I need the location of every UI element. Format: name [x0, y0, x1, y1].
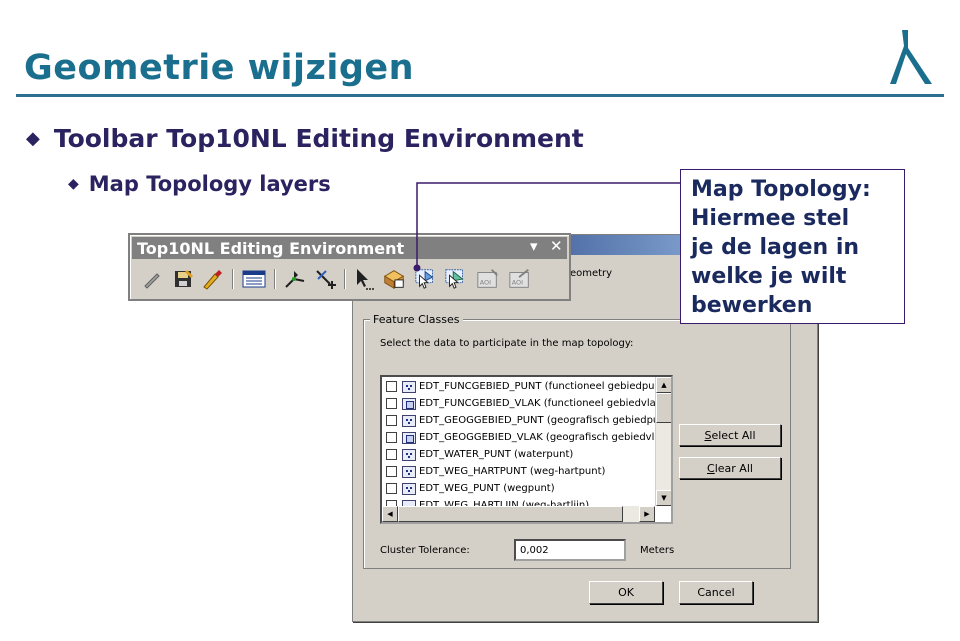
toolbar-separator — [232, 269, 234, 289]
select-features-icon[interactable] — [414, 267, 438, 291]
clear-all-button[interactable]: Clear All — [679, 457, 781, 479]
callout-line: je de lagen in — [691, 235, 860, 260]
top10nl-editing-toolbar: Top10NL Editing Environment ▾ ✕ AOI AOI — [128, 233, 571, 301]
cluster-tolerance-label: Cluster Tolerance: — [380, 545, 470, 556]
group-label: Feature Classes — [370, 313, 463, 326]
cluster-tolerance-unit: Meters — [640, 545, 675, 556]
list-item[interactable]: EDT_FUNCGEBIED_PUNT (functioneel gebiedp… — [386, 378, 661, 395]
feature-class-checkbox[interactable] — [386, 398, 397, 409]
point-layer-icon — [402, 465, 416, 478]
bullet-level2: ◆ Map Topology layers — [68, 172, 331, 196]
polygon-layer-icon — [402, 431, 416, 444]
point-layer-icon — [402, 482, 416, 495]
callout-line: Map Topology: — [691, 177, 871, 202]
feature-class-name: EDT_WEG_HARTPUNT (weg-hartpunt) — [419, 466, 606, 477]
diamond-bullet-icon: ◆ — [26, 128, 40, 149]
toolbar-menu-icon[interactable]: ▾ — [530, 237, 538, 255]
feature-class-checkbox[interactable] — [386, 483, 397, 494]
select-all-mnemonic: S — [704, 428, 712, 442]
list-item[interactable]: EDT_WEG_PUNT (wegpunt) — [386, 480, 555, 497]
vertical-scroll-thumb[interactable] — [656, 393, 671, 423]
scroll-left-button[interactable]: ◀ — [382, 506, 398, 522]
feature-class-checkbox[interactable] — [386, 432, 397, 443]
feature-class-name: EDT_GEOGGEBIED_VLAK (geografisch gebiedv… — [419, 432, 664, 443]
select-pointer-icon[interactable] — [352, 267, 376, 291]
select-prompt: Select the data to participate in the ma… — [380, 338, 634, 349]
attributes-icon[interactable] — [242, 267, 266, 291]
list-item[interactable]: EDT_GEOGGEBIED_VLAK (geografisch gebiedv… — [386, 429, 663, 446]
bullet-level2-text: Map Topology layers — [88, 172, 331, 196]
cluster-tolerance-input[interactable] — [514, 539, 626, 561]
sketch-tool-icon[interactable] — [200, 267, 224, 291]
cancel-button[interactable]: Cancel — [679, 581, 753, 604]
scroll-up-button[interactable]: ▲ — [656, 377, 671, 393]
polygon-layer-icon — [402, 397, 416, 410]
point-layer-icon — [402, 414, 416, 427]
close-icon[interactable]: ✕ — [550, 237, 563, 255]
feature-class-checkbox[interactable] — [386, 449, 397, 460]
callout-box: Map Topology: Hiermee stel je de lagen i… — [680, 169, 905, 324]
list-item[interactable]: EDT_WEG_HARTPUNT (weg-hartpunt) — [386, 463, 605, 480]
topology-edit-icon[interactable] — [284, 267, 308, 291]
callout-line: Hiermee stel — [691, 206, 850, 231]
aoi-icon[interactable]: AOI — [476, 267, 500, 291]
svg-text:AOI: AOI — [480, 279, 491, 287]
edit-pencil-icon[interactable] — [140, 267, 164, 291]
bullet-level1: ◆ Toolbar Top10NL Editing Environment — [26, 124, 584, 153]
slide-title: Geometrie wijzigen — [24, 48, 415, 88]
svg-text:AOI: AOI — [512, 279, 523, 287]
toolbar-icons: AOI AOI — [136, 265, 566, 295]
save-edits-icon[interactable] — [172, 267, 196, 291]
aoi-edit-icon[interactable]: AOI — [508, 267, 532, 291]
feature-class-name: EDT_WEG_PUNT (wegpunt) — [419, 483, 555, 494]
clear-all-mnemonic: C — [707, 461, 715, 475]
feature-class-checkbox[interactable] — [386, 415, 397, 426]
title-divider — [16, 94, 944, 97]
toolbar-separator — [344, 269, 346, 289]
toolbar-separator — [274, 269, 276, 289]
scroll-down-button[interactable]: ▼ — [656, 490, 671, 506]
list-item[interactable]: EDT_WATER_PUNT (waterpunt) — [386, 446, 573, 463]
scroll-right-button[interactable]: ▶ — [639, 506, 655, 522]
toolbar-title[interactable]: Top10NL Editing Environment — [132, 237, 567, 259]
select-all-button[interactable]: Select All — [679, 424, 781, 446]
feature-class-checkbox[interactable] — [386, 381, 397, 392]
point-layer-icon — [402, 448, 416, 461]
vertical-scrollbar[interactable]: ▲ ▼ — [655, 377, 671, 506]
horizontal-scrollbar[interactable]: ◀ ▶ — [382, 506, 655, 522]
point-layer-icon — [402, 380, 416, 393]
list-item[interactable]: EDT_FUNCGEBIED_VLAK (functioneel gebiedv… — [386, 395, 662, 412]
diamond-bullet-icon: ◆ — [68, 176, 79, 192]
select-all-label: elect All — [711, 428, 756, 442]
callout-line: welke je wilt — [691, 264, 847, 289]
feature-class-name: EDT_WATER_PUNT (waterpunt) — [419, 449, 574, 460]
ok-button[interactable]: OK — [589, 581, 663, 604]
feature-class-list[interactable]: EDT_FUNCGEBIED_PUNT (functioneel gebiedp… — [380, 375, 673, 524]
kadaster-logo — [890, 30, 932, 84]
select-features-alt-icon[interactable] — [444, 267, 468, 291]
list-item[interactable]: EDT_GEOGGEBIED_PUNT (geografisch gebiedp… — [386, 412, 659, 429]
bullet-level1-text: Toolbar Top10NL Editing Environment — [53, 124, 584, 153]
callout-line: bewerken — [691, 293, 813, 318]
map-topology-icon[interactable] — [382, 267, 406, 291]
feature-class-name: EDT_GEOGGEBIED_PUNT (geografisch gebiedp… — [419, 415, 660, 426]
feature-classes-group: Feature Classes Select the data to parti… — [363, 313, 791, 569]
feature-class-name: EDT_FUNCGEBIED_PUNT (functioneel gebiedp… — [419, 381, 661, 392]
add-vertex-icon[interactable] — [314, 267, 338, 291]
feature-class-name: EDT_FUNCGEBIED_VLAK (functioneel gebiedv… — [419, 398, 662, 409]
clear-all-label: lear All — [714, 461, 753, 475]
feature-class-checkbox[interactable] — [386, 466, 397, 477]
horizontal-scroll-thumb[interactable] — [398, 506, 623, 522]
